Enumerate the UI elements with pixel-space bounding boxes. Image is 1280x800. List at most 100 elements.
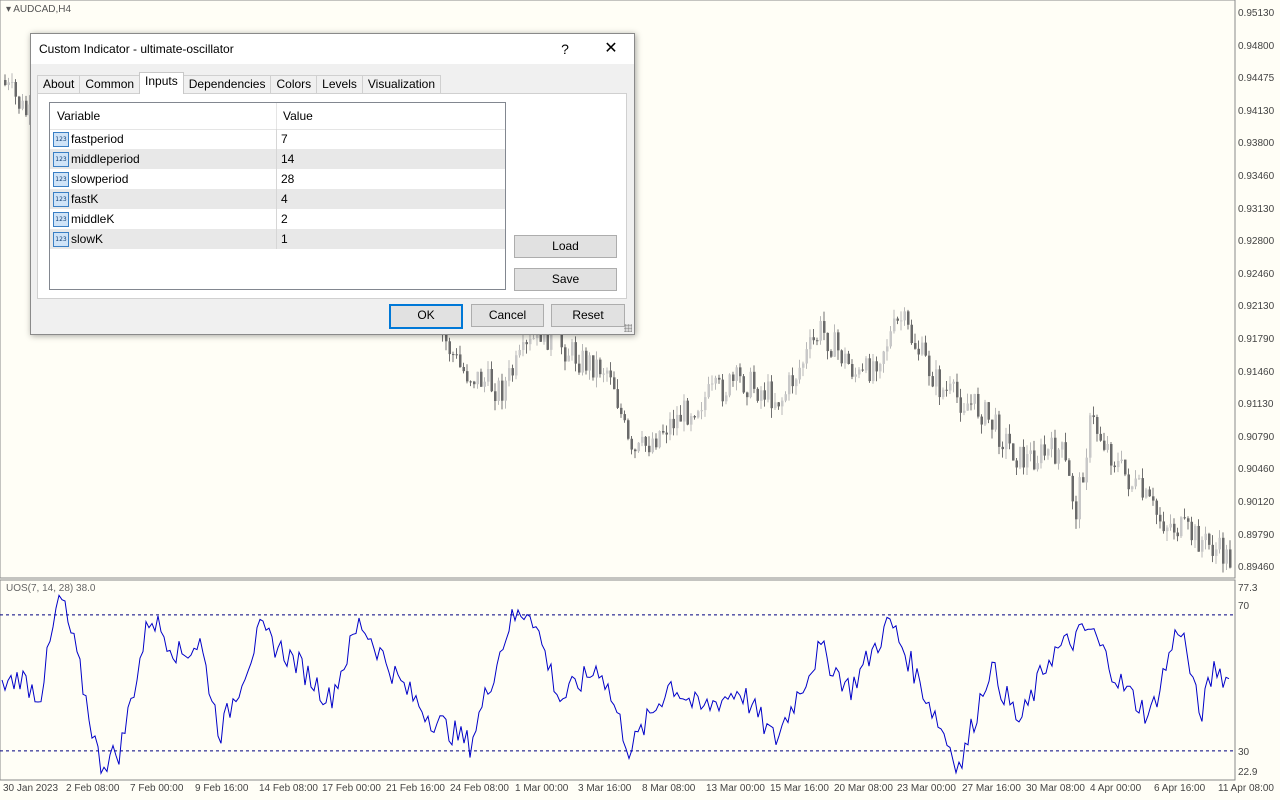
- save-button[interactable]: Save: [514, 268, 617, 291]
- candle-body: [1166, 527, 1169, 532]
- help-button[interactable]: ?: [553, 37, 577, 61]
- candle-body: [487, 369, 490, 382]
- candle-body: [1201, 540, 1204, 552]
- candle-body: [896, 318, 899, 321]
- reset-button[interactable]: Reset: [551, 304, 625, 327]
- candle-body: [1068, 460, 1071, 476]
- candle-body: [452, 354, 455, 356]
- candle-body: [900, 320, 903, 322]
- candle-body: [924, 342, 927, 356]
- candle-body: [466, 371, 469, 382]
- candle-body: [501, 380, 504, 401]
- table-row[interactable]: 123 fastperiod 7: [50, 129, 505, 150]
- candle-body: [480, 371, 483, 387]
- candle-body: [1190, 521, 1193, 541]
- candle-body: [749, 371, 752, 398]
- candle-body: [1176, 532, 1179, 537]
- cancel-button[interactable]: Cancel: [471, 304, 544, 327]
- load-button[interactable]: Load: [514, 235, 617, 258]
- date-tick-label: 15 Mar 16:00: [770, 783, 829, 794]
- candle-body: [683, 400, 686, 422]
- oscillator-tick-label: 70: [1238, 601, 1250, 612]
- candle-body: [1029, 450, 1032, 455]
- candle-body: [963, 410, 966, 413]
- table-row[interactable]: 123 slowK 1: [50, 229, 505, 250]
- candle-body: [679, 414, 682, 422]
- tab-inputs[interactable]: Inputs: [139, 72, 184, 94]
- number-variable-icon: 123: [53, 152, 69, 167]
- candle-body: [1183, 517, 1186, 519]
- candle-body: [945, 389, 948, 391]
- variable-name: slowK: [71, 232, 104, 246]
- candle-body: [1082, 477, 1085, 483]
- candle-body: [816, 340, 819, 342]
- candle-body: [910, 324, 913, 344]
- tab-visualization[interactable]: Visualization: [361, 75, 442, 94]
- variable-value[interactable]: 4: [281, 192, 288, 206]
- candle-body: [987, 402, 990, 420]
- variable-value[interactable]: 1: [281, 232, 288, 246]
- candle-body: [1078, 477, 1081, 520]
- candle-body: [1096, 417, 1099, 434]
- candle-body: [865, 358, 868, 371]
- tab-colors[interactable]: Colors: [270, 75, 318, 94]
- oscillator-tick-label: 30: [1238, 747, 1250, 758]
- dialog-titlebar[interactable]: Custom Indicator - ultimate-oscillator ?…: [31, 34, 634, 64]
- candle-body: [1012, 443, 1015, 461]
- date-tick-label: 27 Mar 16:00: [962, 783, 1021, 794]
- candle-body: [872, 361, 875, 382]
- tab-levels[interactable]: Levels: [316, 75, 363, 94]
- candle-body: [931, 376, 934, 387]
- candle-body: [921, 342, 924, 355]
- variable-value[interactable]: 2: [281, 212, 288, 226]
- candle-body: [697, 411, 700, 418]
- close-button[interactable]: ✕: [595, 37, 627, 61]
- candle-body: [620, 407, 623, 415]
- price-tick-label: 0.92460: [1238, 268, 1275, 280]
- candle-body: [1134, 478, 1137, 487]
- ok-button[interactable]: OK: [389, 304, 463, 329]
- candle-body: [781, 400, 784, 407]
- tab-common[interactable]: Common: [79, 75, 141, 94]
- candle-body: [462, 366, 465, 372]
- candle-body: [14, 82, 17, 97]
- candle-body: [760, 390, 763, 401]
- table-row[interactable]: 123 slowperiod 28: [50, 169, 505, 190]
- candle-body: [1162, 521, 1165, 532]
- candle-body: [893, 318, 896, 332]
- price-tick-label: 0.90790: [1238, 431, 1275, 443]
- candle-body: [529, 338, 532, 345]
- inputs-grid[interactable]: Variable Value 123 fastperiod 7 123 midd…: [49, 102, 506, 290]
- candle-body: [1194, 525, 1197, 541]
- candle-body: [1180, 517, 1183, 537]
- date-tick-label: 17 Feb 00:00: [322, 783, 381, 794]
- candle-body: [623, 414, 626, 421]
- candle-body: [693, 416, 696, 418]
- candle-body: [1169, 523, 1172, 528]
- candle-body: [1127, 474, 1130, 490]
- candle-body: [980, 416, 983, 425]
- candle-body: [1113, 465, 1116, 468]
- candle-body: [525, 342, 528, 345]
- candle-body: [630, 438, 633, 450]
- tab-dependencies[interactable]: Dependencies: [182, 75, 272, 94]
- variable-value[interactable]: 7: [281, 132, 288, 146]
- variable-value[interactable]: 14: [281, 152, 294, 166]
- candle-body: [476, 371, 479, 385]
- candle-body: [942, 389, 945, 398]
- candle-body: [592, 355, 595, 378]
- resize-grip[interactable]: [624, 324, 632, 332]
- header-value[interactable]: Value: [283, 109, 313, 123]
- variable-value[interactable]: 28: [281, 172, 294, 186]
- tab-about[interactable]: About: [37, 75, 81, 94]
- candle-body: [1036, 463, 1039, 470]
- price-tick-label: 0.90120: [1238, 497, 1275, 508]
- custom-indicator-dialog: Custom Indicator - ultimate-oscillator ?…: [30, 33, 635, 335]
- table-row[interactable]: 123 middleK 2: [50, 209, 505, 230]
- candle-body: [1197, 525, 1200, 552]
- price-tick-label: 0.89460: [1238, 562, 1275, 574]
- candle-body: [959, 397, 962, 413]
- table-row[interactable]: 123 middleperiod 14: [50, 149, 505, 170]
- table-row[interactable]: 123 fastK 4: [50, 189, 505, 210]
- header-variable[interactable]: Variable: [57, 109, 100, 123]
